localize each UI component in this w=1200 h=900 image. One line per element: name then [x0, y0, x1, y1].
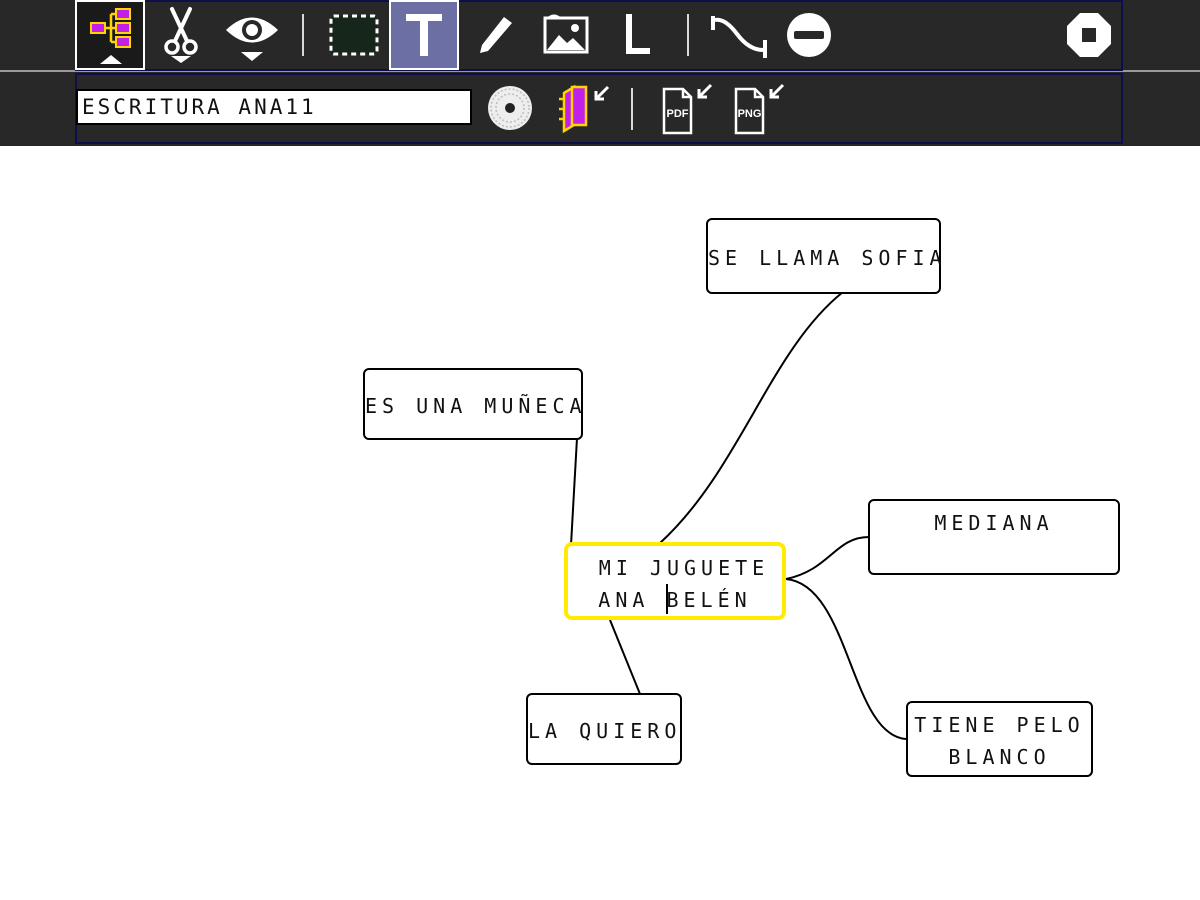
node-text: MEDIANA: [934, 511, 1054, 535]
mindmap-node[interactable]: MEDIANA: [868, 499, 1120, 575]
mindmap-node[interactable]: TIENE PELO BLANCO: [906, 701, 1093, 777]
center-node-text-part: ANA: [598, 588, 667, 612]
link-center-muneca: [570, 437, 578, 546]
node-text: TIENE PELO: [914, 713, 1085, 737]
mindmap-node[interactable]: LA QUIERO: [526, 693, 682, 765]
mindmap-node[interactable]: ES UNA MUÑECA: [363, 368, 583, 440]
link-center-mediana: [785, 536, 870, 580]
link-center-pelo: [785, 578, 907, 740]
link-center-quiero: [609, 619, 641, 695]
node-text: SE LLAMA SOFIA: [708, 246, 947, 270]
center-node-text-part: BELÉN: [666, 588, 752, 612]
node-text: ES UNA MUÑECA: [365, 394, 587, 418]
center-node-text-line2: ANA BELÉN: [568, 584, 782, 616]
node-text: BLANCO: [948, 745, 1051, 769]
node-text: LA QUIERO: [528, 719, 682, 743]
center-node-text: MI JUGUETE: [598, 556, 770, 580]
mindmap-center-node[interactable]: MI JUGUETE ANA BELÉN: [564, 542, 786, 620]
link-center-sofia: [659, 291, 844, 544]
mindmap-node[interactable]: SE LLAMA SOFIA: [706, 218, 947, 294]
